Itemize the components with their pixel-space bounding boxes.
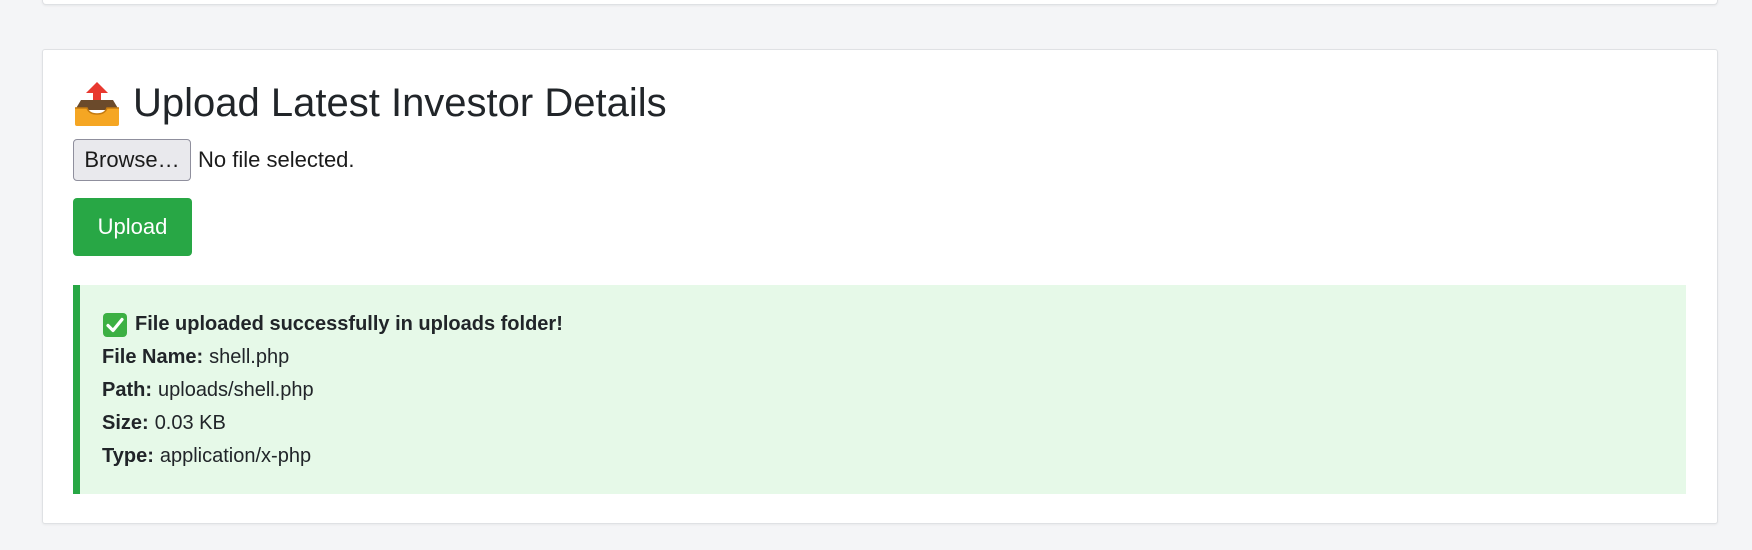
outbox-tray-icon	[73, 80, 121, 126]
upload-success-alert: File uploaded successfully in uploads fo…	[73, 285, 1686, 494]
path-label: Path:	[102, 379, 152, 401]
file-name-row: File Name: shell.php	[102, 341, 1686, 374]
check-mark-icon	[102, 312, 128, 338]
size-label: Size:	[102, 412, 149, 434]
file-name-value: shell.php	[209, 346, 290, 368]
size-value: 0.03 KB	[154, 412, 226, 434]
success-message-line: File uploaded successfully in uploads fo…	[102, 308, 1686, 341]
file-selection-status: No file selected.	[198, 147, 355, 172]
path-value: uploads/shell.php	[158, 379, 314, 401]
type-value: application/x-php	[159, 445, 312, 467]
upload-card: Upload Latest Investor Details Browse… N…	[42, 49, 1718, 524]
success-message: File uploaded successfully in uploads fo…	[135, 313, 563, 335]
path-row: Path: uploads/shell.php	[102, 374, 1686, 407]
file-name-label: File Name:	[102, 346, 204, 368]
upload-title: Upload Latest Investor Details	[73, 80, 667, 126]
upload-button[interactable]: Upload	[73, 198, 192, 256]
type-row: Type: application/x-php	[102, 440, 1686, 473]
upload-title-text: Upload Latest Investor Details	[133, 80, 667, 125]
size-row: Size: 0.03 KB	[102, 407, 1686, 440]
file-input[interactable]: Browse… No file selected.	[73, 139, 355, 181]
previous-card	[42, 0, 1718, 5]
browse-button[interactable]: Browse…	[73, 139, 191, 181]
type-label: Type:	[102, 445, 154, 467]
